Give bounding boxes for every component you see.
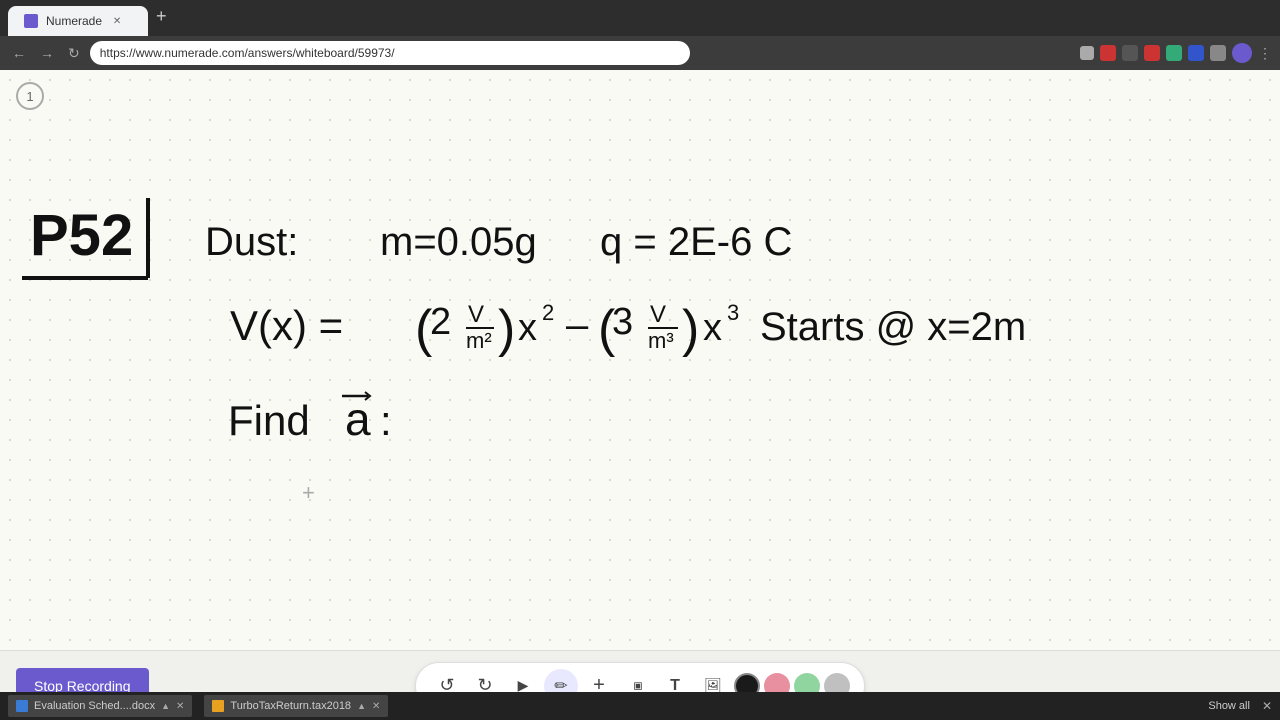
taskbar: Evaluation Sched....docx ▲ ✕ TurboTaxRet… xyxy=(0,692,1280,720)
taskbar-item-2[interactable]: TurboTaxReturn.tax2018 ▲ ✕ xyxy=(204,695,388,717)
svg-text:Dust:: Dust: xyxy=(205,220,298,264)
extension6-icon[interactable] xyxy=(1210,45,1226,61)
menu-icon[interactable]: ⋮ xyxy=(1258,45,1272,62)
svg-text:V: V xyxy=(650,301,666,328)
profile-avatar[interactable] xyxy=(1232,43,1252,63)
svg-text:2: 2 xyxy=(542,300,554,325)
p52-label: P52 xyxy=(30,203,133,268)
refresh-button[interactable]: ↻ xyxy=(64,43,84,64)
svg-text:x: x xyxy=(518,307,537,349)
svg-text:m³: m³ xyxy=(648,328,674,353)
back-button[interactable]: ← xyxy=(8,43,30,63)
svg-text:Find: Find xyxy=(228,397,310,444)
svg-text:V: V xyxy=(468,301,484,328)
tab-favicon xyxy=(24,14,38,28)
taskbar-item1-chevron: ▲ xyxy=(161,701,170,711)
svg-text:3: 3 xyxy=(727,300,739,325)
svg-text:m=0.05g: m=0.05g xyxy=(380,220,537,264)
active-tab[interactable]: Numerade ✕ xyxy=(8,6,148,36)
extensions-icon[interactable] xyxy=(1080,46,1094,60)
svg-text:V(x) =: V(x) = xyxy=(230,302,343,349)
tab-close-button[interactable]: ✕ xyxy=(110,14,124,28)
url-text: https://www.numerade.com/answers/whitebo… xyxy=(100,46,395,60)
tab-bar: Numerade ✕ + xyxy=(0,0,1280,36)
svg-text:+: + xyxy=(302,480,315,505)
taskbar-close[interactable]: ✕ xyxy=(1262,699,1272,713)
svg-text:): ) xyxy=(498,300,515,358)
svg-text:q = 2E‑6 C: q = 2E‑6 C xyxy=(600,220,792,264)
tab-label: Numerade xyxy=(46,14,102,28)
svg-text:a: a xyxy=(345,393,371,445)
whiteboard-content: .hw { font-family: 'Georgia', serif; fil… xyxy=(0,70,1280,650)
extension1-icon[interactable] xyxy=(1100,45,1116,61)
taskbar-item1-icon xyxy=(16,700,28,712)
taskbar-item-1[interactable]: Evaluation Sched....docx ▲ ✕ xyxy=(8,695,192,717)
svg-text:–: – xyxy=(566,303,589,347)
whiteboard-canvas[interactable]: 1 .hw { font-family: 'Georgia', serif; f… xyxy=(0,70,1280,650)
taskbar-item2-chevron: ▲ xyxy=(357,701,366,711)
svg-text:2: 2 xyxy=(430,301,451,343)
browser-chrome: Numerade ✕ + ← → ↻ https://www.numerade.… xyxy=(0,0,1280,70)
browser-toolbar-icons: ⋮ xyxy=(1080,43,1272,63)
extension2-icon[interactable] xyxy=(1122,45,1138,61)
show-all-button[interactable]: Show all xyxy=(1208,700,1250,712)
taskbar-item2-close[interactable]: ✕ xyxy=(372,701,380,712)
address-bar-row: ← → ↻ https://www.numerade.com/answers/w… xyxy=(0,36,1280,70)
taskbar-item2-label: TurboTaxReturn.tax2018 xyxy=(230,700,351,712)
svg-text:x: x xyxy=(703,307,722,349)
svg-text:Starts @ x=2m: Starts @ x=2m xyxy=(760,305,1026,349)
svg-text:m²: m² xyxy=(466,328,492,353)
svg-text:): ) xyxy=(682,300,699,358)
new-tab-button[interactable]: + xyxy=(148,0,175,34)
forward-button[interactable]: → xyxy=(36,43,58,63)
taskbar-item1-label: Evaluation Sched....docx xyxy=(34,700,155,712)
address-bar[interactable]: https://www.numerade.com/answers/whitebo… xyxy=(90,41,690,65)
extension4-icon[interactable] xyxy=(1166,45,1182,61)
taskbar-item2-icon xyxy=(212,700,224,712)
svg-text::: : xyxy=(380,397,392,444)
extension5-icon[interactable] xyxy=(1188,45,1204,61)
svg-text:3: 3 xyxy=(612,301,633,343)
extension3-icon[interactable] xyxy=(1144,45,1160,61)
taskbar-item1-close[interactable]: ✕ xyxy=(176,701,184,712)
